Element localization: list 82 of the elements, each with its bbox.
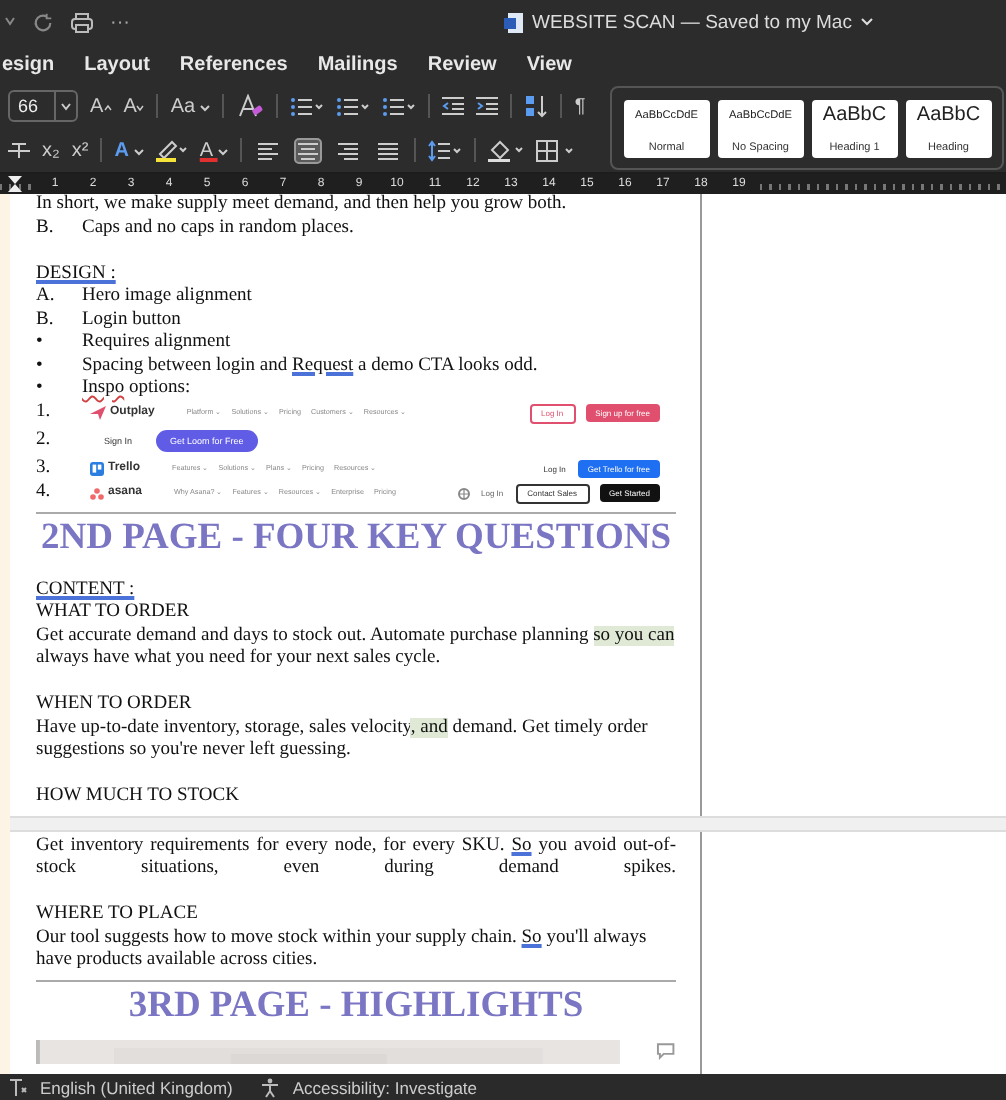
list-marker: 4. <box>36 481 53 505</box>
align-icon[interactable] <box>293 137 322 163</box>
list-icon[interactable] <box>336 95 371 117</box>
paragraph: WHEN TO ORDER <box>36 694 194 717</box>
grow-font-button[interactable]: A <box>90 95 112 117</box>
show-marks-button[interactable]: ¶ <box>574 95 586 117</box>
list-item-text: Spacing between login and Request a demo CTA looks odd. <box>82 355 538 378</box>
paragraph: WHAT TO ORDER <box>36 602 192 625</box>
list-item-text: Inspo options: <box>82 378 191 401</box>
list-marker: 2. <box>36 429 53 453</box>
list-marker: • <box>36 332 45 355</box>
globe-icon[interactable] <box>457 487 469 499</box>
accessibility-icon[interactable] <box>260 1077 281 1097</box>
caret-icon <box>103 103 112 111</box>
list-marker: 3. <box>36 457 53 481</box>
language-icon[interactable] <box>8 1077 28 1097</box>
list-marker: B. <box>36 309 56 332</box>
language-status[interactable]: English (United Kingdom) <box>40 1077 233 1097</box>
caret-icon <box>136 103 145 111</box>
menu-tab[interactable]: Mailings <box>317 53 398 75</box>
paragraph: DESIGN : <box>36 263 118 286</box>
menu-tab[interactable]: esign <box>2 53 55 75</box>
line-spacing-icon[interactable] <box>427 139 462 161</box>
paragraph: WHERE TO PLACE <box>36 904 200 927</box>
change-case-button[interactable]: Aa <box>170 95 211 117</box>
subscript-button[interactable]: x₂ <box>42 139 60 161</box>
shading-icon[interactable] <box>487 138 524 162</box>
highlighter-icon[interactable] <box>155 138 188 162</box>
paragraph: Get inventory requirements for every node, for every SKU. So you avoid out-of-stock situations, even during demand spikes. <box>36 835 676 881</box>
list-marker: B. <box>36 217 56 240</box>
menu-tab[interactable]: Layout <box>84 53 150 75</box>
section-heading: 2ND PAGE - FOUR KEY QUESTIONS <box>38 515 674 559</box>
indent-marker-icon[interactable] <box>8 175 22 193</box>
outdent-icon[interactable] <box>442 96 465 116</box>
print-icon[interactable] <box>70 11 94 33</box>
list-marker: • <box>36 378 45 401</box>
menu-tab[interactable]: Review <box>427 53 497 75</box>
list-icon[interactable] <box>382 95 417 117</box>
list-item-text: Requires alignment <box>82 332 231 355</box>
font-size-field[interactable]: 66 <box>8 90 79 122</box>
list-icon[interactable] <box>290 95 325 117</box>
more-button[interactable]: ··· <box>110 11 130 33</box>
paragraph: Have up-to-date inventory, storage, sales velocity, and demand. Get timely order suggestions so you're never left guessing. <box>36 717 650 763</box>
list-item-text: Caps and no caps in random places. <box>82 217 354 240</box>
menu-tab[interactable]: References <box>179 53 288 75</box>
logo-icon <box>90 462 104 476</box>
clear-formatting-icon[interactable] <box>236 94 265 118</box>
paragraph: Get accurate demand and days to stock out. Automate purchase planning so you can always have what you need for your next sales cycle. <box>36 625 676 671</box>
logo-icon <box>90 406 106 420</box>
list-marker: • <box>36 355 45 378</box>
caret-icon <box>217 147 228 155</box>
paragraph: Our tool suggests how to move stock within your supply chain. So you'll always have products available across cities. <box>36 927 649 973</box>
document-icon <box>504 11 524 33</box>
shrink-font-button[interactable]: A <box>123 95 145 117</box>
align-icon[interactable] <box>253 137 282 163</box>
list-marker: A. <box>36 286 57 309</box>
font-color-button[interactable]: A <box>199 139 228 161</box>
superscript-button[interactable]: x² <box>71 139 89 161</box>
accessibility-status[interactable]: Accessibility: Investigate <box>292 1077 478 1097</box>
paragraph: In short, we make supply meet demand, and then help you grow both. <box>36 194 569 217</box>
caret-icon <box>200 103 211 111</box>
menu-tab[interactable]: View <box>526 53 572 75</box>
caret-icon <box>133 147 144 155</box>
borders-icon[interactable] <box>535 139 576 161</box>
list-marker: 1. <box>36 401 53 425</box>
paragraph: HOW MUCH TO STOCK <box>36 786 241 809</box>
align-icon[interactable] <box>333 137 362 163</box>
align-icon[interactable] <box>373 137 402 163</box>
text-effects-button[interactable]: A <box>114 139 144 161</box>
strikethrough-icon[interactable] <box>8 140 30 160</box>
chevron-icon[interactable] <box>859 16 874 28</box>
paragraph: CONTENT : <box>36 579 137 602</box>
caret-icon <box>60 101 73 111</box>
sort-icon[interactable] <box>524 94 549 118</box>
list-item-text: Hero image alignment <box>82 286 252 309</box>
list-item-text: Login button <box>82 309 181 332</box>
section-heading: 3RD PAGE - HIGHLIGHTS <box>126 983 586 1027</box>
logo-icon <box>90 487 104 499</box>
window-title: WEBSITE SCAN — Saved to my Mac <box>532 11 852 33</box>
redo-icon[interactable] <box>32 11 54 33</box>
comment-icon[interactable] <box>656 1041 676 1059</box>
indent-icon[interactable] <box>476 96 499 116</box>
